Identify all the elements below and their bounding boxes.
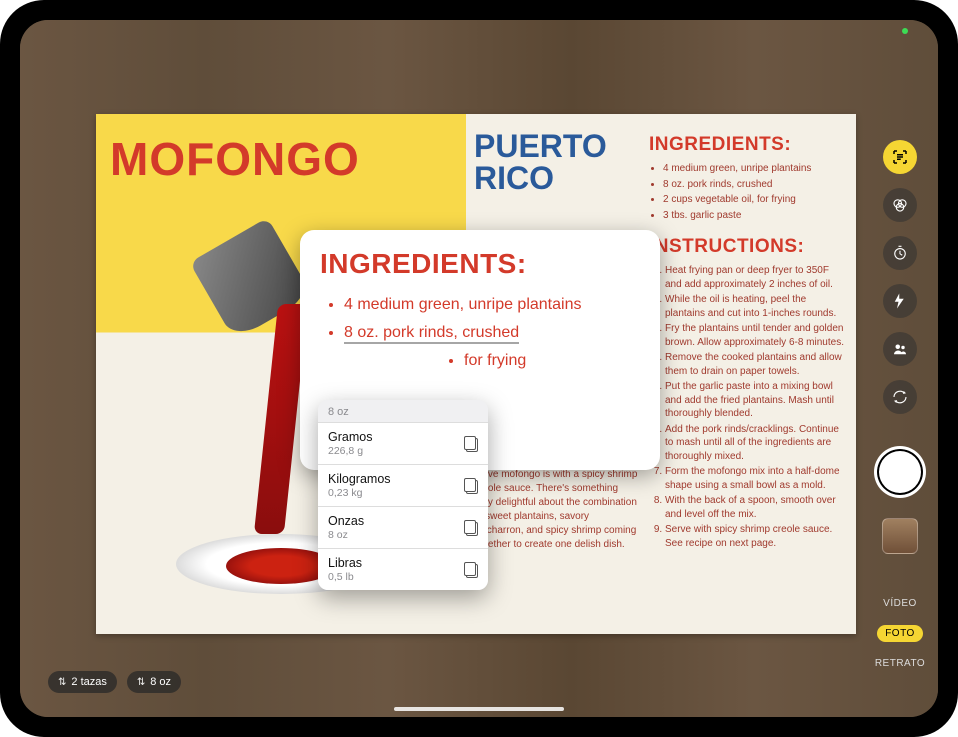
- overlay-heading: INGREDIENTS:: [320, 248, 640, 280]
- flash-button[interactable]: [883, 284, 917, 318]
- ingredient-item: 3 tbs. garlic paste: [663, 209, 848, 223]
- overlay-ingredient-item-selected[interactable]: 8 oz. pork rinds, crushed: [344, 324, 640, 342]
- copy-icon[interactable]: [464, 478, 478, 494]
- last-photo-thumbnail[interactable]: [882, 518, 918, 554]
- shared-library-icon: [891, 340, 909, 358]
- live-text-button[interactable]: [883, 140, 917, 174]
- unit-value: 0,5 lb: [328, 571, 362, 583]
- detected-units-bar: ⇅ 2 tazas ⇅ 8 oz: [48, 671, 181, 693]
- unit-pill-tazas[interactable]: ⇅ 2 tazas: [48, 671, 117, 693]
- home-indicator[interactable]: [394, 707, 564, 711]
- timer-icon: [891, 244, 909, 262]
- instruction-item: Heat frying pan or deep fryer to 350F an…: [665, 264, 848, 291]
- recipe-region: PUERTO RICO: [474, 130, 639, 194]
- unit-conversion-popover[interactable]: 8 oz Gramos 226,8 g Kilogramos 0,23 kg O…: [318, 400, 488, 590]
- instruction-item: Remove the cooked plantains and allow th…: [665, 351, 848, 378]
- flash-icon: [891, 292, 909, 310]
- ingredient-item: 2 cups vegetable oil, for frying: [663, 193, 848, 207]
- mode-video[interactable]: VÍDEO: [875, 598, 925, 609]
- unit-pill-oz[interactable]: ⇅ 8 oz: [127, 671, 181, 693]
- unit-name: Libras: [328, 556, 362, 570]
- unit-value: 8 oz: [328, 529, 364, 541]
- camera-app-screen: MOFONGO PUERTO RICO One of the most popu…: [20, 20, 938, 717]
- copy-icon[interactable]: [464, 520, 478, 536]
- unit-row-onzas[interactable]: Onzas 8 oz: [318, 506, 488, 548]
- unit-name: Gramos: [328, 430, 372, 444]
- instructions-heading: INSTRUCTIONS:: [649, 236, 848, 258]
- copy-icon[interactable]: [464, 562, 478, 578]
- unit-pill-label: 8 oz: [150, 676, 171, 688]
- ipad-frame: MOFONGO PUERTO RICO One of the most popu…: [0, 0, 958, 737]
- overlay-ingredient-item[interactable]: 4 medium green, unripe plantains: [344, 296, 640, 314]
- ingredient-item: 4 medium green, unripe plantains: [663, 162, 848, 176]
- convert-arrows-icon: ⇅: [58, 677, 66, 688]
- camera-mode-list: VÍDEO FOTO RETRATO: [875, 590, 925, 677]
- shutter-button[interactable]: [874, 446, 926, 498]
- filters-button[interactable]: [883, 188, 917, 222]
- shared-library-button[interactable]: [883, 332, 917, 366]
- filters-icon: [891, 196, 909, 214]
- instructions-list: Heat frying pan or deep fryer to 350F an…: [649, 264, 848, 550]
- ingredient-item: 8 oz. pork rinds, crushed: [663, 178, 848, 192]
- camera-flip-icon: [891, 388, 909, 406]
- ingredients-list-small: 4 medium green, unripe plantains 8 oz. p…: [649, 162, 848, 222]
- overlay-ingredient-item[interactable]: for frying: [464, 352, 640, 370]
- unit-popover-header: 8 oz: [318, 400, 488, 422]
- unit-row-gramos[interactable]: Gramos 226,8 g: [318, 422, 488, 464]
- unit-name: Kilogramos: [328, 472, 391, 486]
- unit-name: Onzas: [328, 514, 364, 528]
- instruction-item: Add the pork rinds/cracklings. Continue …: [665, 423, 848, 464]
- instruction-item: While the oil is heating, peel the plant…: [665, 293, 848, 320]
- recipe-title: MOFONGO: [110, 132, 360, 186]
- copy-icon[interactable]: [464, 436, 478, 452]
- instruction-item: Serve with spicy shrimp creole sauce. Se…: [665, 523, 848, 550]
- overlay-ingredient-list: 4 medium green, unripe plantains 8 oz. p…: [320, 296, 640, 370]
- unit-value: 0,23 kg: [328, 487, 391, 499]
- live-text-icon: [891, 148, 909, 166]
- convert-arrows-icon: ⇅: [137, 677, 145, 688]
- instruction-item: Put the garlic paste into a mixing bowl …: [665, 380, 848, 421]
- instruction-item: Form the mofongo mix into a half-dome sh…: [665, 465, 848, 492]
- unit-row-kilogramos[interactable]: Kilogramos 0,23 kg: [318, 464, 488, 506]
- instruction-item: With the back of a spoon, smooth over an…: [665, 494, 848, 521]
- timer-button[interactable]: [883, 236, 917, 270]
- mode-photo[interactable]: FOTO: [877, 625, 923, 642]
- unit-pill-label: 2 tazas: [71, 676, 106, 688]
- unit-value: 226,8 g: [328, 445, 372, 457]
- camera-flip-button[interactable]: [883, 380, 917, 414]
- instruction-item: Fry the plantains until tender and golde…: [665, 322, 848, 349]
- mode-portrait[interactable]: RETRATO: [875, 658, 925, 669]
- unit-row-libras[interactable]: Libras 0,5 lb: [318, 548, 488, 590]
- camera-controls-rail: VÍDEO FOTO RETRATO: [870, 30, 930, 707]
- ingredients-heading-small: INGREDIENTS:: [649, 134, 848, 156]
